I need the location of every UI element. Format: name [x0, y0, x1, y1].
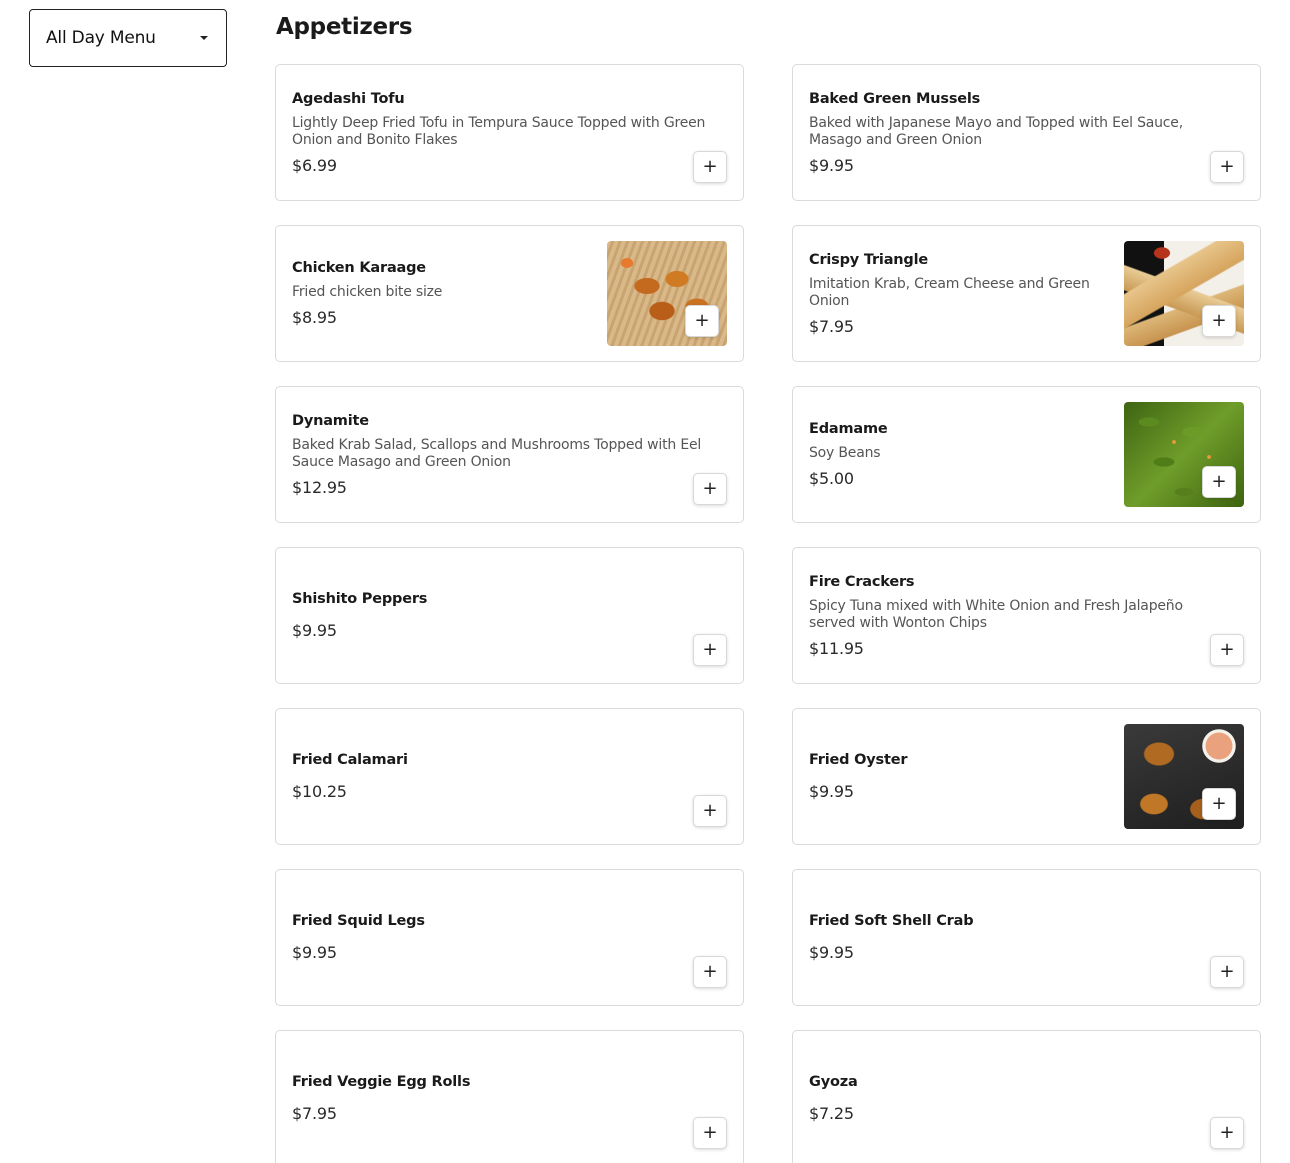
item-name: Fried Calamari [292, 752, 408, 768]
menu-item-card[interactable]: Fried Calamari $10.25 + [275, 708, 744, 845]
menu-item-card[interactable]: Agedashi Tofu Lightly Deep Fried Tofu in… [275, 64, 744, 201]
item-name: Fried Oyster [809, 752, 908, 768]
item-name: Shishito Peppers [292, 591, 428, 607]
menu-item-card[interactable]: Fried Soft Shell Crab $9.95 + [792, 869, 1261, 1006]
menu-item-card[interactable]: Fire Crackers Spicy Tuna mixed with Whit… [792, 547, 1261, 684]
item-price: $8.95 [292, 308, 337, 327]
menu-item-card[interactable]: Fried Squid Legs $9.95 + [275, 869, 744, 1006]
add-item-button[interactable]: + [1210, 151, 1244, 183]
item-description: Soy Beans [809, 445, 881, 461]
caret-down-icon [200, 36, 208, 40]
item-name: Dynamite [292, 412, 369, 429]
item-name: Edamame [809, 421, 888, 437]
item-name: Agedashi Tofu [292, 90, 405, 107]
item-price: $7.95 [292, 1104, 337, 1123]
item-price: $9.95 [809, 782, 854, 801]
add-item-button[interactable]: + [693, 473, 727, 505]
menu-item-card[interactable]: Gyoza $7.25 + [792, 1030, 1261, 1163]
item-price: $9.95 [292, 621, 337, 640]
add-item-button[interactable]: + [693, 956, 727, 988]
item-name: Fried Veggie Egg Rolls [292, 1074, 471, 1090]
item-name: Baked Green Mussels [809, 90, 981, 107]
menu-selector-dropdown[interactable]: All Day Menu [29, 9, 227, 67]
item-name: Chicken Karaage [292, 260, 426, 276]
menu-item-card[interactable]: Dynamite Baked Krab Salad, Scallops and … [275, 386, 744, 523]
item-description: Spicy Tuna mixed with White Onion and Fr… [809, 597, 1183, 631]
add-item-button[interactable]: + [693, 795, 727, 827]
menu-item-card[interactable]: Fried Veggie Egg Rolls $7.95 + [275, 1030, 744, 1163]
add-item-button[interactable]: + [685, 305, 719, 337]
item-description: Baked with Japanese Mayo and Topped with… [809, 114, 1183, 148]
item-photo: + [1124, 402, 1244, 507]
item-price: $9.95 [809, 155, 854, 175]
item-name: Gyoza [809, 1074, 858, 1090]
item-name: Crispy Triangle [809, 251, 928, 268]
menu-selector-label: All Day Menu [46, 28, 156, 48]
item-description: Fried chicken bite size [292, 284, 443, 300]
menu-item-card[interactable]: Shishito Peppers $9.95 + [275, 547, 744, 684]
item-photo: + [1124, 724, 1244, 829]
item-photo: + [1124, 241, 1244, 346]
item-description: Baked Krab Salad, Scallops and Mushrooms… [292, 436, 702, 470]
item-price: $11.95 [809, 638, 864, 658]
item-price: $7.95 [809, 316, 854, 336]
menu-item-grid: Agedashi Tofu Lightly Deep Fried Tofu in… [275, 64, 1261, 1163]
item-price: $12.95 [292, 477, 347, 497]
add-item-button[interactable]: + [1210, 956, 1244, 988]
item-price: $9.95 [809, 943, 854, 962]
menu-item-card[interactable]: Fried Oyster $9.95 + [792, 708, 1261, 845]
menu-item-card[interactable]: Baked Green Mussels Baked with Japanese … [792, 64, 1261, 201]
add-item-button[interactable]: + [1202, 788, 1236, 820]
menu-item-card[interactable]: Crispy Triangle Imitation Krab, Cream Ch… [792, 225, 1261, 362]
add-item-button[interactable]: + [1210, 634, 1244, 666]
menu-page: All Day Menu Appetizers Agedashi Tofu Li… [0, 0, 1290, 1163]
item-price: $6.99 [292, 155, 337, 175]
item-description: Lightly Deep Fried Tofu in Tempura Sauce… [292, 114, 706, 148]
add-item-button[interactable]: + [693, 634, 727, 666]
item-name: Fried Soft Shell Crab [809, 913, 974, 929]
item-name: Fire Crackers [809, 573, 915, 590]
item-price: $9.95 [292, 943, 337, 962]
item-photo: + [607, 241, 727, 346]
menu-item-card[interactable]: Chicken Karaage Fried chicken bite size … [275, 225, 744, 362]
add-item-button[interactable]: + [693, 1117, 727, 1149]
add-item-button[interactable]: + [693, 151, 727, 183]
add-item-button[interactable]: + [1210, 1117, 1244, 1149]
add-item-button[interactable]: + [1202, 466, 1236, 498]
item-name: Fried Squid Legs [292, 913, 425, 929]
item-description: Imitation Krab, Cream Cheese and Green O… [809, 275, 1090, 309]
item-price: $5.00 [809, 469, 854, 488]
add-item-button[interactable]: + [1202, 305, 1236, 337]
item-price: $7.25 [809, 1104, 854, 1123]
item-price: $10.25 [292, 782, 347, 801]
menu-item-card[interactable]: Edamame Soy Beans $5.00 + [792, 386, 1261, 523]
section-title: Appetizers [276, 14, 413, 40]
